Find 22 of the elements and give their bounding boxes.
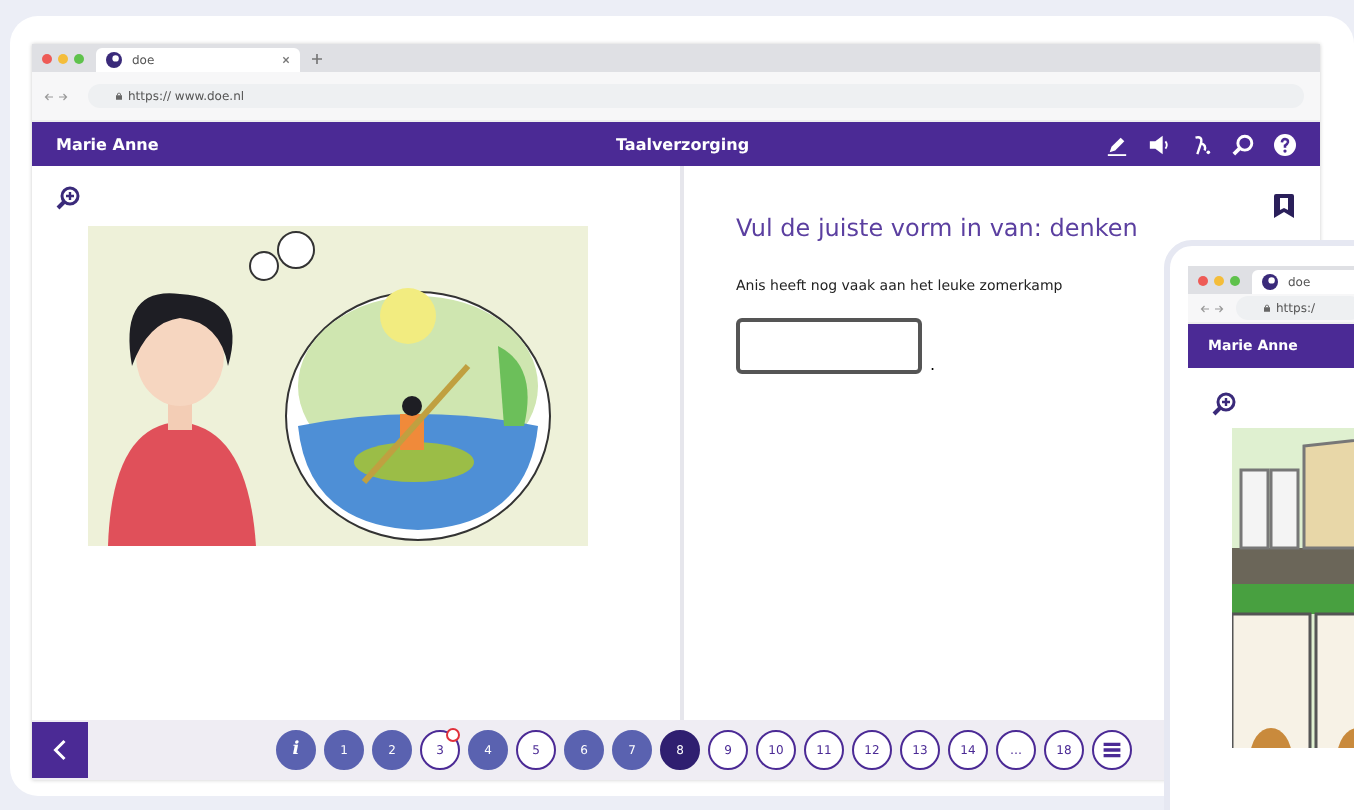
- back-button[interactable]: [32, 722, 88, 778]
- menu-button[interactable]: [1092, 730, 1132, 770]
- bookmark-icon[interactable]: [1272, 192, 1296, 220]
- question-title: Vul de juiste vorm in van: denken: [736, 214, 1140, 242]
- pencil-icon[interactable]: [1106, 133, 1128, 155]
- speaker-icon[interactable]: [1148, 133, 1170, 155]
- lock-icon: [1264, 304, 1270, 312]
- zoom-in-icon[interactable]: [56, 186, 80, 210]
- chevron-left-icon: [52, 738, 68, 762]
- logo-icon: [1262, 274, 1278, 290]
- help-icon[interactable]: [1274, 133, 1296, 155]
- lesson-title: Taalverzorging: [616, 135, 752, 153]
- user-name: Marie Anne: [56, 135, 161, 153]
- zoom-icon[interactable]: [1232, 133, 1254, 155]
- plus-icon[interactable]: [312, 53, 322, 63]
- lock-icon: [116, 92, 122, 100]
- zoom-in-icon[interactable]: [1212, 392, 1236, 416]
- close-icon[interactable]: [282, 56, 290, 64]
- page-button[interactable]: i: [276, 730, 316, 770]
- answer-field[interactable]: [736, 318, 922, 374]
- answer-period: .: [930, 356, 936, 374]
- logo-icon: [106, 52, 122, 68]
